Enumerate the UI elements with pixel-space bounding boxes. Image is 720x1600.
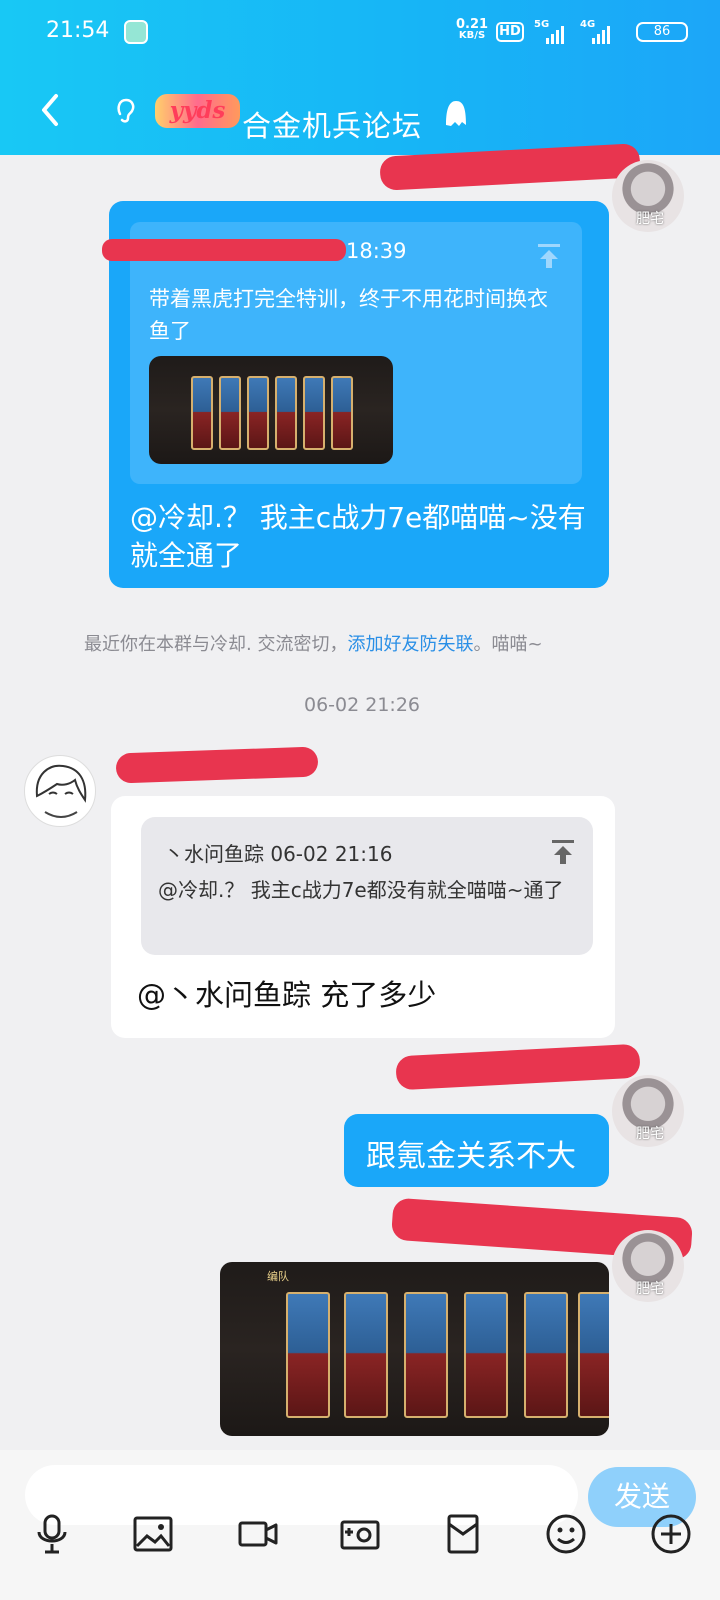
avatar[interactable]: 肥宅: [612, 1075, 684, 1147]
pin-up-icon[interactable]: [536, 242, 562, 270]
timestamp: 06-02 21:26: [304, 694, 421, 716]
emoji-icon[interactable]: [544, 1512, 588, 1556]
signal-5g-icon: 5G: [534, 18, 564, 44]
signal-4g-icon: 4G: [580, 18, 610, 44]
image-message[interactable]: 编队: [220, 1262, 609, 1436]
avatar-label: 肥宅: [636, 1126, 664, 1142]
anime-avatar-icon: [35, 764, 87, 818]
quote-header-redaction: [102, 239, 346, 261]
image-icon[interactable]: [131, 1512, 175, 1556]
avatar[interactable]: 肥宅: [612, 160, 684, 232]
message-text: @丶水问鱼踪 充了多少: [137, 978, 437, 1012]
avatar[interactable]: 肥宅: [612, 1230, 684, 1302]
chevron-left-icon: [42, 94, 58, 126]
sender-name-redaction: [115, 746, 319, 784]
camera-icon[interactable]: [338, 1512, 382, 1556]
avatar-label: 肥宅: [636, 211, 664, 227]
signal-bars-5g: [546, 24, 564, 44]
ghost-icon[interactable]: [438, 95, 472, 131]
back-button[interactable]: [36, 90, 66, 130]
ear-icon[interactable]: [114, 96, 138, 124]
avatar[interactable]: [24, 755, 96, 827]
message-input[interactable]: [25, 1465, 578, 1525]
battery-icon: 86: [636, 22, 688, 42]
quoted-image[interactable]: [149, 356, 393, 464]
net-speed-unit: KB/S: [458, 30, 486, 41]
mic-icon[interactable]: [30, 1512, 74, 1556]
system-message: 最近你在本群与冷却. 交流密切，添加好友防失联。喵喵~: [84, 630, 644, 656]
quote-text: 带着黑虎打完全特训，终于不用花时间换衣鱼了: [149, 287, 548, 343]
net-speed: 0.21 KB/S: [456, 18, 488, 41]
plus-icon[interactable]: [649, 1512, 693, 1556]
system-text-suffix: 。喵喵~: [473, 634, 543, 655]
app-icon: [124, 20, 148, 44]
message-text: @冷却.？ 我主c战力7e都喵喵~没有就全通了: [130, 501, 586, 572]
quote-time: 18:39: [346, 239, 407, 263]
quote-header: 丶水问鱼踪 06-02 21:16: [164, 842, 393, 866]
system-text-prefix: 最近你在本群与冷却. 交流密切，: [84, 634, 348, 655]
add-friend-link[interactable]: 添加好友防失联: [347, 634, 473, 655]
group-logo: yyds: [155, 94, 240, 128]
pin-up-icon[interactable]: [550, 838, 576, 866]
hd-icon: HD: [496, 22, 524, 42]
message-text: 跟氪金关系不大: [366, 1139, 576, 1174]
sender-name-redaction: [395, 1043, 641, 1091]
page-title: 合金机兵论坛: [242, 109, 423, 143]
video-icon[interactable]: [236, 1512, 280, 1556]
status-time: 21:54: [46, 18, 110, 43]
signal-bars-4g: [592, 24, 610, 44]
quote-text: @冷却.？ 我主c战力7e都没有就全喵喵~通了: [158, 878, 564, 902]
avatar-label: 肥宅: [636, 1281, 664, 1297]
red-packet-icon[interactable]: [441, 1512, 485, 1556]
image-title: 编队: [267, 1270, 289, 1283]
